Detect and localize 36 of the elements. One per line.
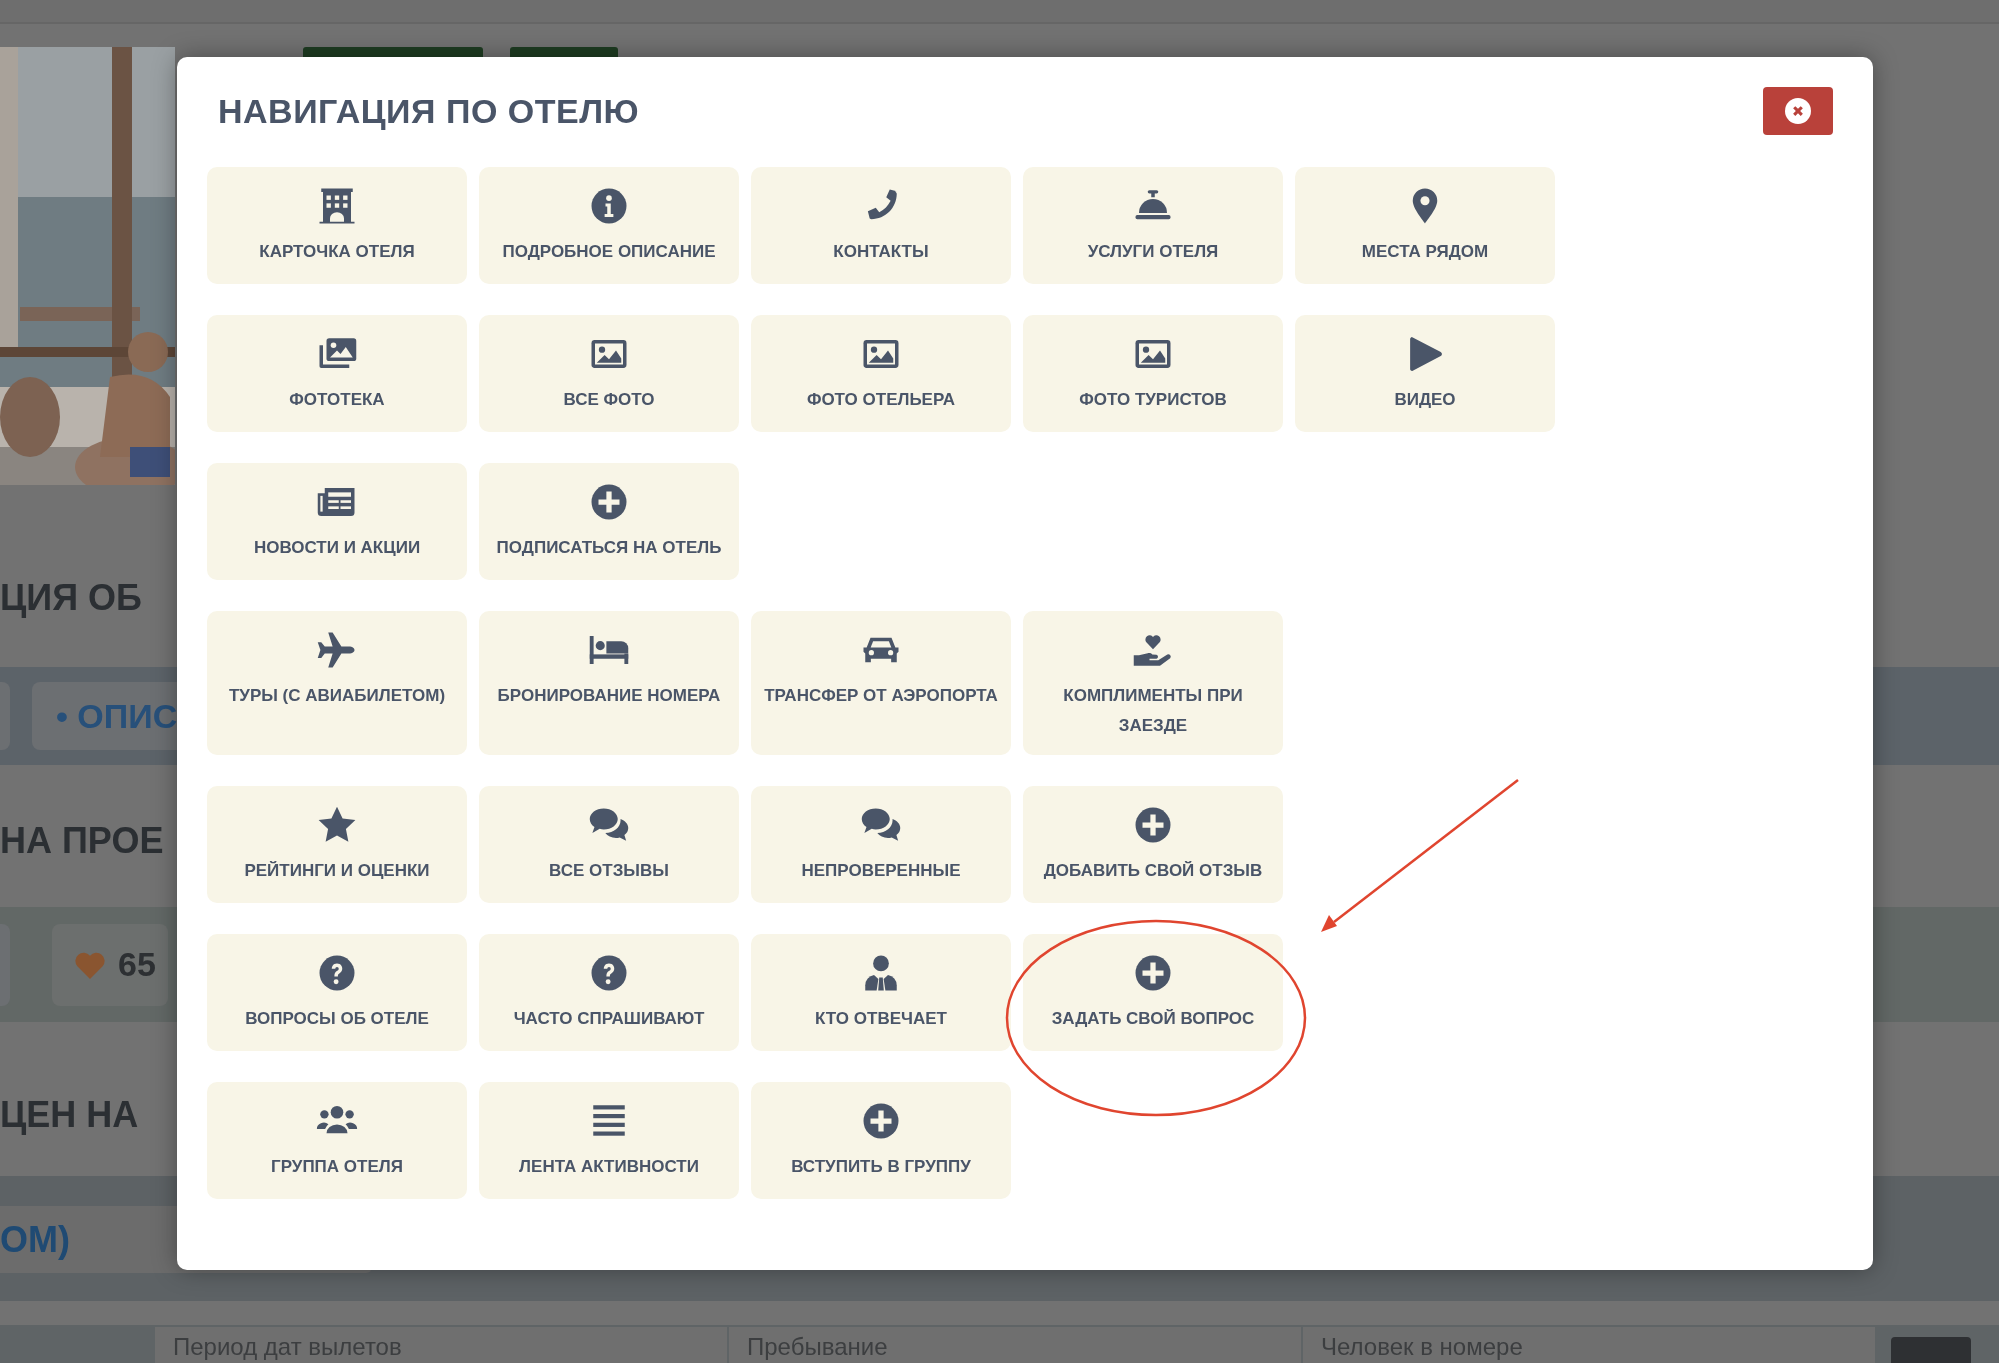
nav-tile[interactable]: ЛЕНТА АКТИВНОСТИ (479, 1082, 739, 1199)
heart-icon (74, 950, 106, 979)
nav-tile[interactable]: ВИДЕО (1295, 315, 1555, 432)
nav-tile[interactable]: ЧАСТО СПРАШИВАЮТ (479, 934, 739, 1051)
nav-tile[interactable]: ПОДРОБНОЕ ОПИСАНИЕ (479, 167, 739, 284)
nav-tile[interactable]: КТО ОТВЕЧАЕТ (751, 934, 1011, 1051)
nav-tile[interactable]: МЕСТА РЯДОМ (1295, 167, 1555, 284)
nav-tile[interactable]: ФОТОТЕКА (207, 315, 467, 432)
search-button[interactable] (1891, 1337, 1971, 1363)
nav-tile[interactable]: БРОНИРОВАНИЕ НОМЕРА (479, 611, 739, 755)
nav-tile[interactable]: ТРАНСФЕР ОТ АЭРОПОРТА (751, 611, 1011, 755)
section-heading: ЦЕН НА (0, 1094, 139, 1136)
close-icon (1785, 98, 1811, 124)
nav-tile[interactable]: ПОДПИСАТЬСЯ НА ОТЕЛЬ (479, 463, 739, 580)
nav-tile[interactable]: ТУРЫ (С АВИАБИЛЕТОМ) (207, 611, 467, 755)
nav-tile[interactable]: КОНТАКТЫ (751, 167, 1011, 284)
nav-tile[interactable]: ВСЕ ФОТО (479, 315, 739, 432)
nav-tile[interactable]: ВОПРОСЫ ОБ ОТЕЛЕ (207, 934, 467, 1051)
nav-tile[interactable]: ЗАДАТЬ СВОЙ ВОПРОС (1023, 934, 1283, 1051)
nav-tile[interactable]: НЕПРОВЕРЕННЫЕ (751, 786, 1011, 903)
nav-tile[interactable]: КОМПЛИМЕНТЫ ПРИ ЗАЕЗДЕ (1023, 611, 1283, 755)
nav-tile[interactable]: УСЛУГИ ОТЕЛЯ (1023, 167, 1283, 284)
nav-tile[interactable]: РЕЙТИНГИ И ОЦЕНКИ (207, 786, 467, 903)
dialog-title: НАВИГАЦИЯ ПО ОТЕЛЮ (218, 91, 640, 131)
nav-tile[interactable]: ВСЕ ОТЗЫВЫ (479, 786, 739, 903)
section-heading: ЦИЯ ОБ (0, 577, 142, 619)
nav-tile[interactable]: ФОТО ТУРИСТОВ (1023, 315, 1283, 432)
nav-tile[interactable]: НОВОСТИ И АКЦИИ (207, 463, 467, 580)
nav-tile[interactable]: ГРУППА ОТЕЛЯ (207, 1082, 467, 1199)
close-button[interactable] (1763, 87, 1833, 135)
nav-tile[interactable]: ВСТУПИТЬ В ГРУППУ (751, 1082, 1011, 1199)
section-heading: НА ПРОЕ (0, 820, 164, 862)
nav-tile[interactable]: КАРТОЧКА ОТЕЛЯ (207, 167, 467, 284)
likes-count: 65 (118, 945, 156, 984)
nav-tile[interactable]: ФОТО ОТЕЛЬЕРА (751, 315, 1011, 432)
nav-tile[interactable]: ДОБАВИТЬ СВОЙ ОТЗЫВ (1023, 786, 1283, 903)
